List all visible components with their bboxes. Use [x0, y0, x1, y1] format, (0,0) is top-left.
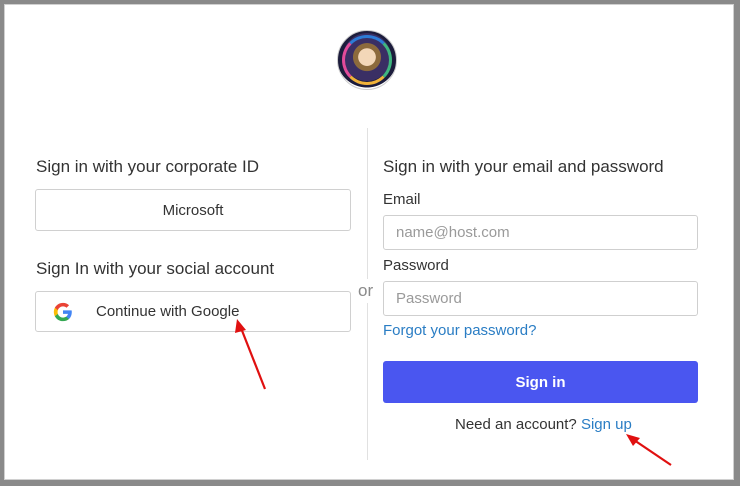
social-heading: Sign In with your social account [36, 259, 275, 278]
google-button[interactable]: Continue with Google [35, 291, 351, 332]
logo-ring [342, 35, 392, 85]
microsoft-button-label: Microsoft [162, 201, 224, 219]
google-button-label: Continue with Google [96, 303, 240, 320]
sign-in-button-label: Sign in [515, 373, 566, 391]
or-separator: or [356, 279, 376, 303]
password-input[interactable] [383, 281, 698, 316]
password-label: Password [383, 257, 449, 274]
email-login-heading: Sign in with your email and password [383, 157, 664, 176]
need-account-row: Need an account? Sign up [455, 416, 632, 433]
app-logo [337, 30, 397, 90]
email-label: Email [383, 191, 421, 208]
corporate-heading: Sign in with your corporate ID [36, 157, 259, 176]
forgot-password-link[interactable]: Forgot your password? [383, 322, 536, 339]
email-input[interactable] [383, 215, 698, 250]
need-account-text: Need an account? [455, 416, 577, 433]
google-g-icon [52, 301, 74, 323]
sign-in-button[interactable]: Sign in [383, 361, 698, 403]
microsoft-button[interactable]: Microsoft [35, 189, 351, 231]
sign-up-link[interactable]: Sign up [581, 416, 632, 433]
